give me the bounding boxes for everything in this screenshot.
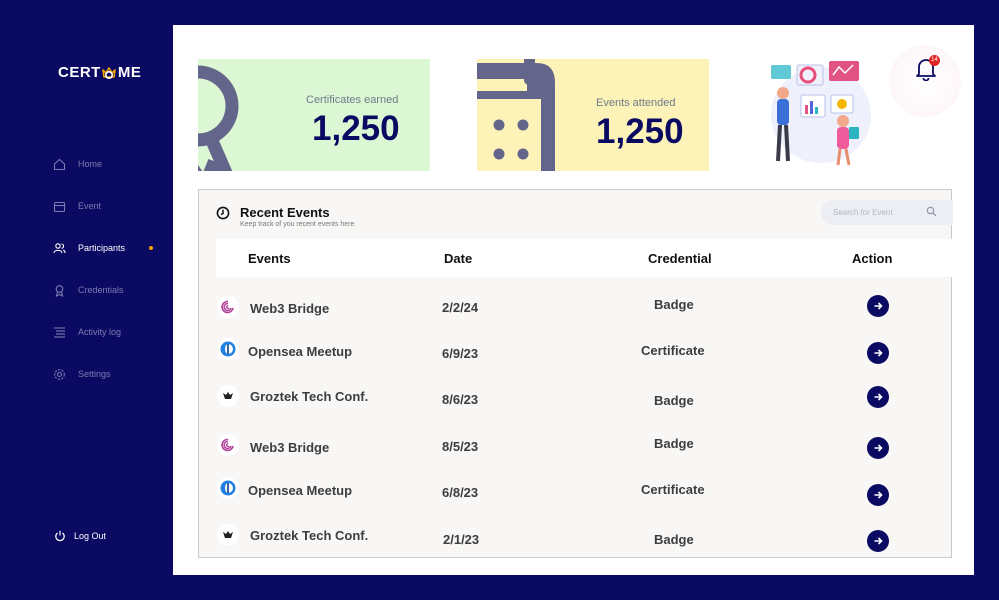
search-icon [926,206,937,217]
table-row[interactable]: Groztek Tech Conf. 8/6/23 Badge [199,385,953,415]
users-icon [52,241,66,255]
event-date: 6/9/23 [442,346,479,361]
logo-text-right: ME [117,64,142,81]
recent-events-panel: Recent Events Keep track of you recent e… [198,189,953,558]
groztek-logo-icon [217,524,239,546]
table-row[interactable]: Web3 Bridge 2/2/24 Badge [199,293,953,323]
opensea-logo-icon [217,477,239,499]
notification-count-badge: 14 [929,55,940,66]
event-date: 2/2/24 [442,300,479,315]
crown-icon [101,65,117,81]
sidebar-item-label: Home [78,159,103,169]
sidebar-item-participants[interactable]: Participants [52,241,125,255]
event-date: 8/5/23 [442,439,479,454]
view-event-button[interactable] [867,437,889,459]
event-name: Opensea Meetup [248,483,353,498]
gear-icon [52,367,66,381]
groztek-logo-icon [217,385,239,407]
event-name: Web3 Bridge [250,301,330,316]
event-credential: Badge [654,393,694,408]
event-search-input[interactable]: Search for Event [821,200,953,225]
event-date: 2/1/23 [443,532,480,547]
event-credential: Certificate [641,482,705,497]
sidebar-item-event[interactable]: Event [52,199,101,213]
list-icon [52,325,66,339]
table-row[interactable]: Opensea Meetup 6/9/23 Certificate [199,338,953,370]
sidebar-item-home[interactable]: Home [52,157,102,171]
arrow-right-icon [874,302,883,310]
home-icon [52,157,66,171]
analytics-illustration [771,61,871,166]
app-logo[interactable]: CERT ME [58,64,141,81]
view-event-button[interactable] [867,295,889,317]
event-credential: Badge [654,297,694,312]
ribbon-award-icon [198,65,239,171]
opensea-logo-icon [217,338,239,360]
logout-button[interactable]: Log Out [54,530,106,542]
column-header-events: Events [248,251,291,266]
event-name: Groztek Tech Conf. [250,389,369,404]
sidebar-item-credentials[interactable]: Credentials [52,283,124,297]
view-event-button[interactable] [867,484,889,506]
certificates-stat-card: Certificates earned 1,250 [198,59,430,171]
event-credential: Badge [654,436,694,451]
event-date: 8/6/23 [442,392,479,407]
arrow-right-icon [874,349,883,357]
table-row[interactable]: Web3 Bridge 8/5/23 Badge [199,432,953,462]
recent-events-subtitle: Keep track of you recent events here [240,221,355,228]
events-stat-card: Events attended 1,250 [477,59,709,171]
view-event-button[interactable] [867,530,889,552]
arrow-right-icon [874,491,883,499]
web3-bridge-logo-icon [217,296,239,318]
events-attended-value: 1,250 [596,112,684,151]
sidebar-item-activity-log[interactable]: Activity log [52,325,121,339]
calendar-icon [52,199,66,213]
sidebar-item-label: Credentials [78,285,124,295]
power-icon [54,530,66,542]
sidebar-item-settings[interactable]: Settings [52,367,111,381]
calendar-large-icon [477,59,555,171]
column-header-action: Action [852,251,893,266]
table-row[interactable]: Groztek Tech Conf. 2/1/23 Badge [199,524,953,554]
certificates-value: 1,250 [312,109,400,148]
view-event-button[interactable] [867,342,889,364]
sidebar-item-label: Settings [78,369,111,379]
event-date: 6/8/23 [442,485,479,500]
view-event-button[interactable] [867,386,889,408]
column-header-date: Date [444,251,473,266]
logo-text-left: CERT [58,64,101,81]
sidebar-item-label: Activity log [78,327,122,337]
event-name: Opensea Meetup [248,344,353,359]
event-name: Web3 Bridge [250,440,330,455]
arrow-right-icon [874,537,883,545]
recent-events-title: Recent Events [240,205,330,220]
web3-bridge-logo-icon [217,434,239,456]
notifications-button[interactable]: 14 [889,45,961,117]
event-credential: Badge [654,532,694,547]
main-panel: Certificates earned 1,250 Events attende… [173,25,974,575]
active-indicator-dot [149,246,153,250]
table-row[interactable]: Opensea Meetup 6/8/23 Certificate [199,477,953,509]
certificates-label: Certificates earned [306,94,399,106]
award-icon [52,283,66,297]
events-attended-label: Events attended [596,97,676,109]
recent-events-header: Recent Events Keep track of you recent e… [216,205,354,228]
sidebar-item-label: Event [78,201,102,211]
sidebar-item-label: Participants [78,243,126,253]
clock-icon [216,206,230,220]
arrow-right-icon [874,444,883,452]
logout-label: Log Out [74,531,107,541]
table-header: Events Date Credential Action [216,239,953,277]
column-header-credential: Credential [648,251,712,266]
event-name: Groztek Tech Conf. [250,528,369,543]
arrow-right-icon [874,393,883,401]
search-placeholder: Search for Event [833,208,893,217]
event-credential: Certificate [641,343,705,358]
